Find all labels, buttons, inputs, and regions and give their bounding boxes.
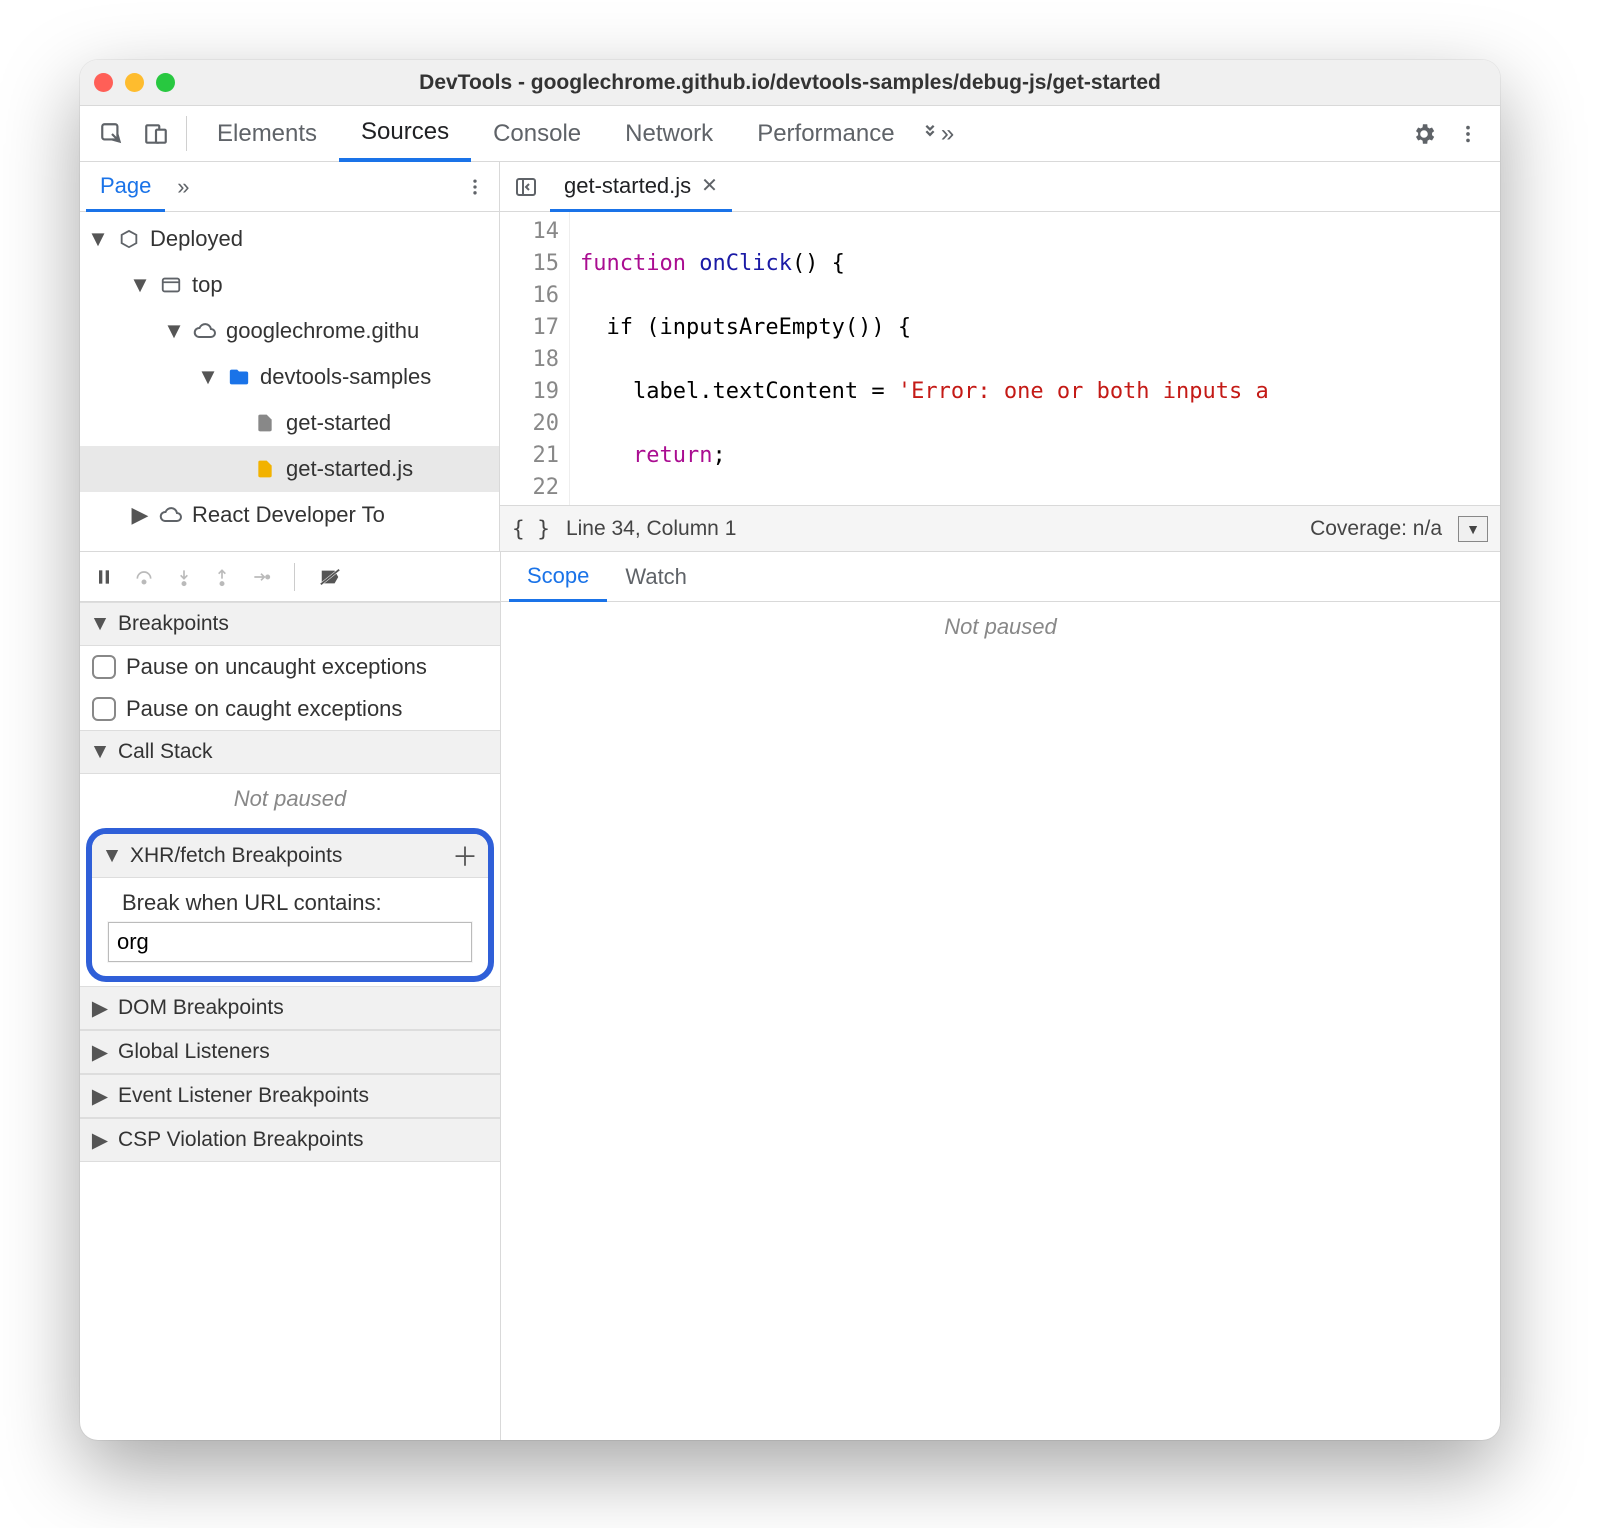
traffic-lights <box>94 73 175 92</box>
step-into-icon[interactable] <box>174 567 194 587</box>
code-area[interactable]: 141516 171819 202122 function onClick() … <box>500 212 1500 505</box>
tree-label: Deployed <box>150 226 243 252</box>
js-file-icon <box>252 456 278 482</box>
more-tabs-icon[interactable]: » <box>917 106 957 161</box>
debugger-toolbar <box>80 552 500 602</box>
step-icon[interactable] <box>250 567 272 587</box>
section-global-listeners[interactable]: ▶Global Listeners <box>80 1030 500 1074</box>
devtools-window: DevTools - googlechrome.github.io/devtoo… <box>80 60 1500 1440</box>
section-breakpoints[interactable]: ▼Breakpoints <box>80 602 500 646</box>
checkbox-icon[interactable] <box>92 697 116 721</box>
pretty-print-icon[interactable]: { } <box>512 517 550 541</box>
window-icon <box>158 272 184 298</box>
editor-pane: get-started.js ✕ 141516 171819 202122 fu… <box>500 162 1500 552</box>
step-out-icon[interactable] <box>212 567 232 587</box>
section-callstack[interactable]: ▼Call Stack <box>80 730 500 774</box>
tree-label: get-started <box>286 410 391 436</box>
navigator-pane: Page » ▼ Deployed ▼ <box>80 162 500 552</box>
tree-deployed[interactable]: ▼ Deployed <box>80 216 499 262</box>
pause-uncaught-checkbox[interactable]: Pause on uncaught exceptions <box>80 646 500 688</box>
callstack-not-paused: Not paused <box>80 774 500 824</box>
xhr-url-input[interactable] <box>108 922 472 962</box>
settings-icon[interactable] <box>1402 106 1446 161</box>
pause-caught-checkbox[interactable]: Pause on caught exceptions <box>80 688 500 730</box>
scope-body: Not paused <box>501 602 1500 1440</box>
section-xhr-breakpoints[interactable]: ▼XHR/fetch Breakpoints ＋ <box>92 834 488 878</box>
coverage-dropdown-icon[interactable]: ▼ <box>1458 516 1488 542</box>
inspect-element-icon[interactable] <box>90 106 134 161</box>
scope-pane: Scope Watch Not paused <box>500 552 1500 1440</box>
folder-icon <box>226 364 252 390</box>
editor-statusbar: { } Line 34, Column 1 Coverage: n/a ▼ <box>500 505 1500 551</box>
cube-icon <box>116 226 142 252</box>
pause-icon[interactable] <box>94 567 114 587</box>
close-tab-icon[interactable]: ✕ <box>701 173 718 198</box>
step-over-icon[interactable] <box>132 567 156 587</box>
nav-tab-page[interactable]: Page <box>86 162 165 212</box>
tree-label: React Developer To <box>192 502 385 528</box>
toggle-navigator-icon[interactable] <box>506 162 546 211</box>
editor-tab-label: get-started.js <box>564 173 691 199</box>
content-area: Page » ▼ Deployed ▼ <box>80 162 1500 1440</box>
tab-network[interactable]: Network <box>603 106 735 161</box>
tree-folder[interactable]: ▼ devtools-samples <box>80 354 499 400</box>
kebab-menu-icon[interactable] <box>1446 106 1490 161</box>
code-lines: function onClick() { if (inputsAreEmpty(… <box>570 212 1269 505</box>
scope-tabs: Scope Watch <box>501 552 1500 602</box>
nav-more-tabs-icon[interactable]: » <box>165 162 201 211</box>
tree-file-html[interactable]: get-started <box>80 400 499 446</box>
main-tabstrip: Elements Sources Console Network Perform… <box>80 106 1500 162</box>
tree-label: top <box>192 272 223 298</box>
tree-label: googlechrome.githu <box>226 318 419 344</box>
titlebar: DevTools - googlechrome.github.io/devtoo… <box>80 60 1500 106</box>
window-title: DevTools - googlechrome.github.io/devtoo… <box>80 71 1500 95</box>
tree-label: get-started.js <box>286 456 413 482</box>
scope-not-paused: Not paused <box>501 602 1500 652</box>
cloud-icon <box>158 502 184 528</box>
editor-tabs: get-started.js ✕ <box>500 162 1500 212</box>
device-toolbar-icon[interactable] <box>134 106 178 161</box>
coverage-label: Coverage: n/a <box>1310 517 1442 541</box>
close-window-button[interactable] <box>94 73 113 92</box>
debugger-pane: ▼Breakpoints Pause on uncaught exception… <box>80 552 500 1440</box>
tab-performance[interactable]: Performance <box>735 106 916 161</box>
tree-origin[interactable]: ▼ googlechrome.githu <box>80 308 499 354</box>
tab-sources[interactable]: Sources <box>339 106 471 162</box>
line-gutter: 141516 171819 202122 <box>500 212 570 505</box>
tree-label: devtools-samples <box>260 364 431 390</box>
tree-file-js[interactable]: get-started.js <box>80 446 499 492</box>
debugger-panels: ▼Breakpoints Pause on uncaught exception… <box>80 602 500 1440</box>
file-icon <box>252 410 278 436</box>
cursor-position: Line 34, Column 1 <box>566 517 736 541</box>
tab-elements[interactable]: Elements <box>195 106 339 161</box>
section-csp-breakpoints[interactable]: ▶CSP Violation Breakpoints <box>80 1118 500 1162</box>
tree-top[interactable]: ▼ top <box>80 262 499 308</box>
tab-watch[interactable]: Watch <box>607 552 705 601</box>
nav-kebab-icon[interactable] <box>457 162 493 211</box>
section-event-listener-breakpoints[interactable]: ▶Event Listener Breakpoints <box>80 1074 500 1118</box>
deactivate-breakpoints-icon[interactable] <box>317 566 343 588</box>
navigator-tabs: Page » <box>80 162 499 212</box>
minimize-window-button[interactable] <box>125 73 144 92</box>
tree-extension[interactable]: ▶ React Developer To <box>80 492 499 538</box>
tab-console[interactable]: Console <box>471 106 603 161</box>
section-dom-breakpoints[interactable]: ▶DOM Breakpoints <box>80 986 500 1030</box>
checkbox-icon[interactable] <box>92 655 116 679</box>
xhr-url-label: Break when URL contains: <box>108 886 472 922</box>
zoom-window-button[interactable] <box>156 73 175 92</box>
tab-scope[interactable]: Scope <box>509 552 607 602</box>
xhr-breakpoints-highlight: ▼XHR/fetch Breakpoints ＋ Break when URL … <box>86 828 494 982</box>
add-xhr-breakpoint-icon[interactable]: ＋ <box>452 837 478 874</box>
file-tree: ▼ Deployed ▼ top ▼ <box>80 212 499 551</box>
xhr-breakpoint-body: Break when URL contains: <box>92 878 488 976</box>
cloud-icon <box>192 318 218 344</box>
divider <box>186 116 187 151</box>
editor-tab-file[interactable]: get-started.js ✕ <box>550 162 732 212</box>
